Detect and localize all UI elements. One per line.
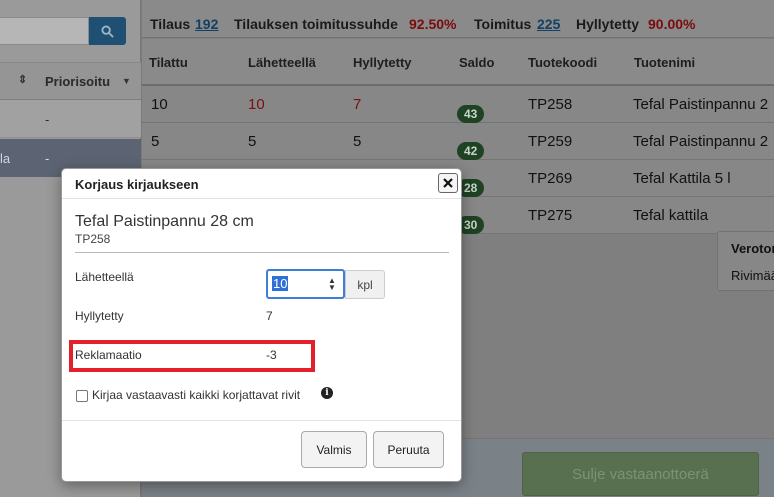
order-summary: Tilaus 192 Tilauksen toimitussuhde 92.50…: [142, 0, 774, 38]
column-header[interactable]: Lähetteellä: [248, 55, 316, 70]
delivery-link[interactable]: 225: [537, 16, 560, 32]
totals-label: Rivimää: [731, 268, 774, 283]
spinner-icon[interactable]: ▲ ▼: [328, 277, 336, 292]
table-header: Tilattu Lähetteellä Hyllytetty Saldo Tuo…: [142, 39, 774, 86]
column-header[interactable]: Hyllytetty: [353, 55, 412, 70]
close-icon: [443, 178, 453, 188]
priority-value: -: [45, 112, 50, 127]
product-code: TP258: [75, 232, 111, 246]
divider: [75, 252, 449, 253]
priority-value: -: [45, 151, 50, 166]
product-name-cell: Tefal kattila: [633, 207, 709, 224]
unit-addon: kpl: [345, 270, 385, 299]
correction-dialog: Korjaus kirjaukseen Tefal Paistinpannu 2…: [61, 168, 462, 482]
table-row[interactable]: 5 5 5 42 TP259 Tefal Paistinpannu 2: [142, 123, 774, 160]
shelved-label: Hyllytetty: [75, 309, 124, 323]
shelved-cell: 5: [353, 133, 362, 150]
chevron-down-icon[interactable]: ▼: [122, 76, 131, 86]
column-header[interactable]: Tuotenimi: [634, 55, 695, 70]
product-code-cell: TP269: [528, 170, 573, 187]
search-icon: [101, 24, 114, 38]
apply-all-label[interactable]: Kirjaa vastaavasti kaikki korjattavat ri…: [92, 388, 300, 402]
dialog-title: Korjaus kirjaukseen: [75, 177, 199, 192]
search-input[interactable]: [0, 17, 89, 45]
product-name-cell: Tefal Kattila 5 l: [633, 170, 731, 187]
column-header[interactable]: Tilattu: [149, 55, 188, 70]
highlight-box: [69, 340, 315, 372]
done-button[interactable]: Valmis: [301, 431, 367, 468]
close-receipt-button[interactable]: Sulje vastaanottoerä: [522, 452, 759, 496]
list-item-label: la: [0, 151, 11, 166]
on-note-label: Lähetteellä: [75, 270, 134, 284]
close-button[interactable]: [438, 173, 458, 193]
balance-badge: 43: [457, 105, 485, 123]
product-code-cell: TP258: [528, 96, 573, 113]
cancel-button[interactable]: Peruuta: [373, 431, 444, 468]
product-name: Tefal Paistinpannu 28 cm: [75, 213, 254, 230]
priority-header[interactable]: Priorisoitu: [45, 74, 110, 89]
table-row[interactable]: 10 10 7 43 TP258 Tefal Paistinpannu 2: [142, 86, 774, 123]
list-item[interactable]: -: [0, 100, 141, 138]
column-header[interactable]: Saldo: [459, 55, 494, 70]
on-note-cell[interactable]: 10: [248, 96, 265, 113]
column-header[interactable]: Tuotekoodi: [528, 55, 597, 70]
totals-label: Veroton: [731, 241, 774, 256]
delivery-label: Toimitus: [474, 16, 532, 32]
ordered-cell: 5: [151, 133, 160, 150]
ratio-label: Tilauksen toimitussuhde: [234, 16, 398, 32]
order-label: Tilaus: [150, 16, 191, 32]
on-note-cell[interactable]: 5: [248, 133, 256, 150]
ordered-cell: 10: [151, 96, 168, 113]
product-code-cell: TP259: [528, 133, 573, 150]
ratio-value: 92.50%: [409, 16, 457, 32]
dialog-header: Korjaus kirjaukseen: [62, 169, 461, 199]
product-name-cell: Tefal Paistinpannu 2: [633, 133, 769, 150]
shelved-value: 7: [266, 309, 273, 323]
apply-all-checkbox[interactable]: [76, 390, 88, 402]
product-name-cell: Tefal Paistinpannu 2: [633, 96, 769, 113]
order-link[interactable]: 192: [195, 16, 218, 32]
totals-box: Veroton Rivimää: [717, 231, 774, 291]
shelved-label: Hyllytetty: [576, 16, 640, 32]
dialog-footer-divider: [62, 420, 461, 421]
search-button[interactable]: [89, 17, 126, 45]
left-table-header: ⇕ Priorisoitu ▼: [0, 62, 141, 100]
shelved-cell: 7: [353, 96, 362, 113]
sort-icon[interactable]: ⇕: [18, 73, 27, 86]
shelved-value: 90.00%: [648, 16, 696, 32]
on-note-quantity-value[interactable]: 10: [272, 276, 289, 291]
product-code-cell: TP275: [528, 207, 573, 224]
balance-badge: 42: [457, 142, 485, 160]
info-icon[interactable]: i: [321, 387, 333, 399]
